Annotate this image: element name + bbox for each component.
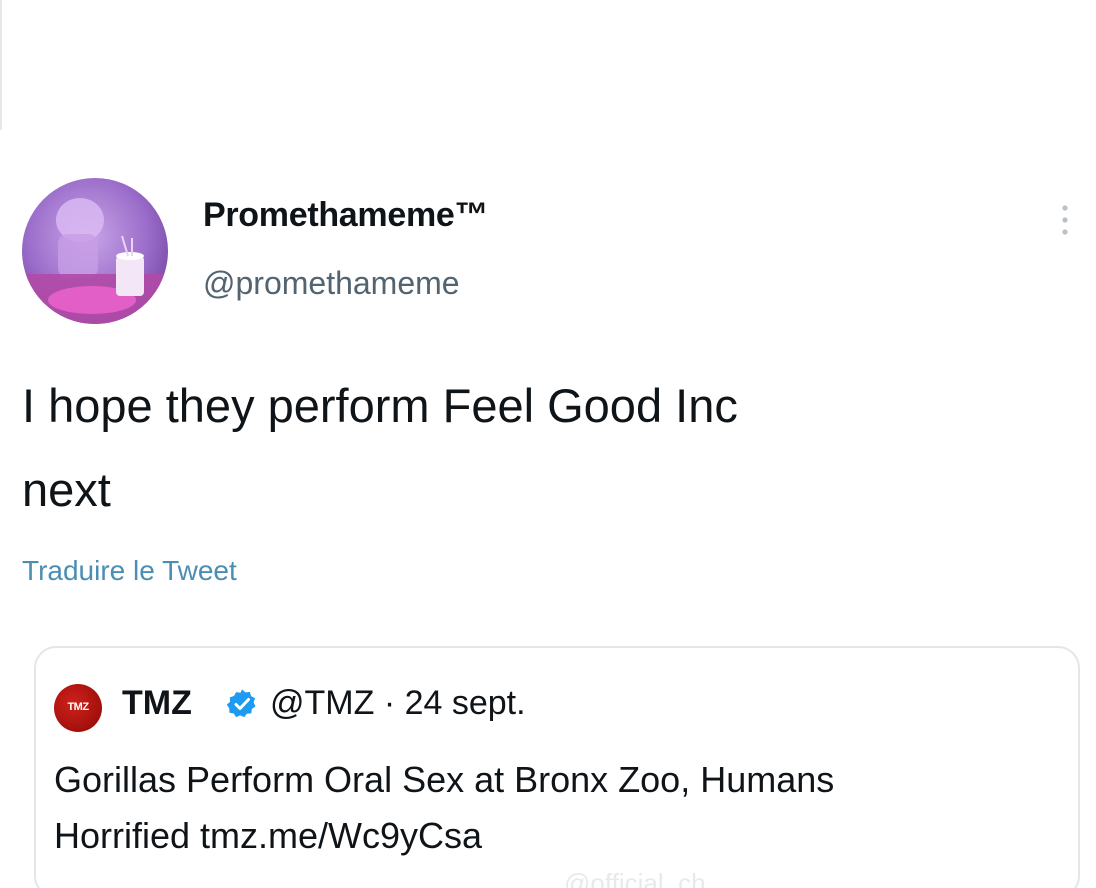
tweet-text: I hope they perform Feel Good Inc next [22,379,738,516]
quoted-avatar-label: TMZ [67,701,89,713]
quoted-tweet-text: Gorillas Perform Oral Sex at Bronx Zoo, … [54,759,835,856]
display-name[interactable]: Promethameme™ [203,196,489,235]
watermark: @official_ch [564,868,706,888]
verified-badge-icon [226,688,258,720]
user-handle[interactable]: @promethameme [203,265,460,302]
quoted-tweet-card[interactable]: TMZ TMZ @TMZ · 24 sept. Gorillas Perform… [34,646,1080,888]
profile-avatar[interactable] [22,178,168,324]
translate-tweet-link[interactable]: Traduire le Tweet [22,555,237,587]
quoted-display-name[interactable]: TMZ [122,684,192,723]
quoted-avatar[interactable]: TMZ [54,684,102,732]
more-vertical-icon[interactable] [1058,200,1072,240]
left-edge-divider [0,0,2,130]
quoted-handle-date[interactable]: @TMZ · 24 sept. [270,684,526,723]
tweet-screenshot: Promethameme™ @promethameme I hope they … [0,0,1096,888]
